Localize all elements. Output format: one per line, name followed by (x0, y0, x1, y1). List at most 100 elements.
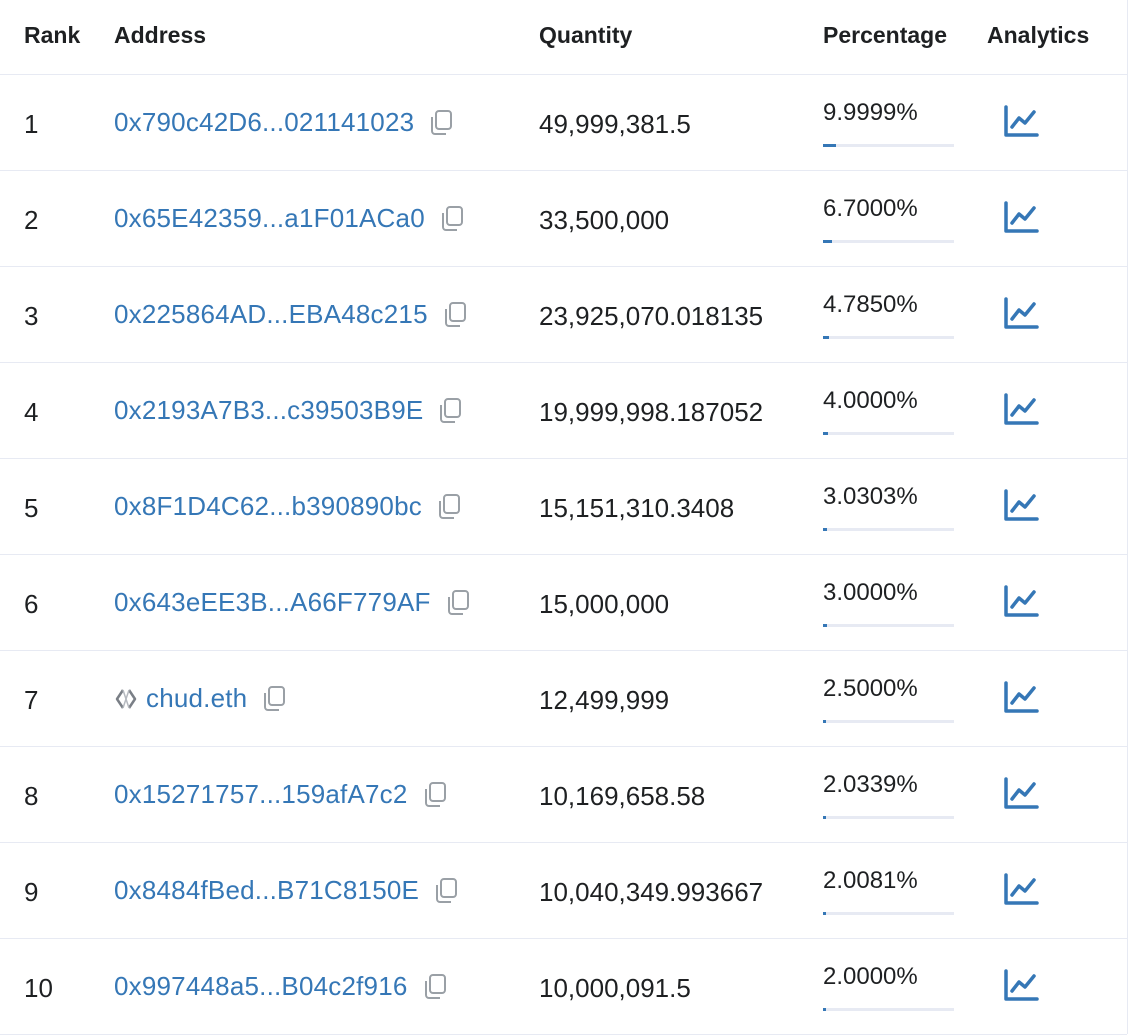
chart-line-icon[interactable] (1003, 872, 1039, 906)
address-link[interactable]: 0x15271757...159afA7c2 (114, 779, 408, 810)
chart-line-icon[interactable] (1003, 296, 1039, 330)
rank-cell: 10 (24, 973, 53, 1003)
quantity-cell: 10,040,349.993667 (539, 877, 764, 907)
percentage-bar-fill (823, 432, 828, 435)
chart-line-icon[interactable] (1003, 104, 1039, 138)
percentage-cell: 3.0303% (823, 483, 918, 510)
address-link[interactable]: 0x643eEE3B...A66F779AF (114, 587, 431, 618)
header-analytics: Analytics (987, 22, 1090, 48)
percentage-bar (823, 624, 954, 627)
percentage-bar-fill (823, 912, 826, 915)
rank-cell: 5 (24, 493, 39, 523)
quantity-cell: 15,000,000 (539, 589, 670, 619)
percentage-bar (823, 528, 954, 531)
quantity-cell: 33,500,000 (539, 205, 670, 235)
rank-cell: 8 (24, 781, 39, 811)
table-header: Rank Address Quantity Percentage Analyti… (0, 0, 1127, 75)
header-percentage: Percentage (823, 22, 948, 48)
percentage-bar-fill (823, 240, 832, 243)
header-rank: Rank (24, 22, 81, 48)
copy-icon[interactable] (437, 397, 463, 425)
copy-icon[interactable] (445, 589, 471, 617)
copy-icon[interactable] (436, 493, 462, 521)
address-cell: 0x790c42D6...021141023 (114, 107, 454, 138)
percentage-cell: 2.0081% (823, 867, 918, 894)
table-row: 2 0x65E42359...a1F01ACa0 33,500,000 6.7000% (0, 171, 1127, 267)
chart-line-icon[interactable] (1003, 200, 1039, 234)
percentage-cell: 6.7000% (823, 195, 918, 222)
percentage-bar (823, 1008, 954, 1011)
chart-line-icon[interactable] (1003, 392, 1039, 426)
address-cell: 0x8F1D4C62...b390890bc (114, 491, 462, 522)
chart-line-icon[interactable] (1003, 680, 1039, 714)
address-link[interactable]: 0x8F1D4C62...b390890bc (114, 491, 422, 522)
percentage-cell: 9.9999% (823, 99, 918, 126)
address-cell: 0x997448a5...B04c2f916 (114, 971, 448, 1002)
address-link[interactable]: 0x8484fBed...B71C8150E (114, 875, 419, 906)
table-row: 10 0x997448a5...B04c2f916 10,000,091.5 2.00… (0, 939, 1127, 1035)
address-link[interactable]: 0x2193A7B3...c39503B9E (114, 395, 423, 426)
table-row: 7 chud.eth 12,499,999 2.5000% (0, 651, 1127, 747)
copy-icon[interactable] (422, 781, 448, 809)
percentage-bar-fill (823, 144, 836, 147)
percentage-cell: 2.5000% (823, 675, 918, 702)
table-row: 1 0x790c42D6...021141023 49,999,381.5 9.999… (0, 75, 1127, 171)
percentage-bar-fill (823, 624, 827, 627)
chart-line-icon[interactable] (1003, 776, 1039, 810)
address-cell: 0x643eEE3B...A66F779AF (114, 587, 471, 618)
address-link[interactable]: 0x790c42D6...021141023 (114, 107, 414, 138)
chart-line-icon[interactable] (1003, 488, 1039, 522)
percentage-cell: 2.0339% (823, 771, 918, 798)
address-link[interactable]: 0x225864AD...EBA48c215 (114, 299, 428, 330)
address-cell: 0x2193A7B3...c39503B9E (114, 395, 463, 426)
copy-icon[interactable] (442, 301, 468, 329)
percentage-bar (823, 912, 954, 915)
rank-cell: 2 (24, 205, 39, 235)
chart-line-icon[interactable] (1003, 968, 1039, 1002)
percentage-bar-fill (823, 1008, 826, 1011)
percentage-cell: 4.0000% (823, 387, 918, 414)
quantity-cell: 15,151,310.3408 (539, 493, 735, 523)
table-row: 6 0x643eEE3B...A66F779AF 15,000,000 3.0000% (0, 555, 1127, 651)
rank-cell: 7 (24, 685, 39, 715)
percentage-cell: 4.7850% (823, 291, 918, 318)
chart-line-icon[interactable] (1003, 584, 1039, 618)
quantity-cell: 23,925,070.018135 (539, 301, 764, 331)
percentage-cell: 3.0000% (823, 579, 918, 606)
percentage-bar (823, 144, 954, 147)
address-link[interactable]: chud.eth (146, 683, 247, 714)
copy-icon[interactable] (433, 877, 459, 905)
address-cell: 0x65E42359...a1F01ACa0 (114, 203, 465, 234)
table-body: 1 0x790c42D6...021141023 49,999,381.5 9.999… (0, 75, 1127, 1035)
header-quantity: Quantity (539, 22, 633, 48)
quantity-cell: 49,999,381.5 (539, 109, 691, 139)
copy-icon[interactable] (439, 205, 465, 233)
quantity-cell: 12,499,999 (539, 685, 670, 715)
table-row: 9 0x8484fBed...B71C8150E 10,040,349.993667… (0, 843, 1127, 939)
address-cell: 0x8484fBed...B71C8150E (114, 875, 459, 906)
quantity-cell: 10,000,091.5 (539, 973, 691, 1003)
quantity-cell: 19,999,998.187052 (539, 397, 764, 427)
percentage-bar (823, 240, 954, 243)
table-row: 4 0x2193A7B3...c39503B9E 19,999,998.187052… (0, 363, 1127, 459)
percentage-bar-fill (823, 816, 826, 819)
copy-icon[interactable] (428, 109, 454, 137)
header-address: Address (114, 22, 207, 48)
table-row: 8 0x15271757...159afA7c2 10,169,658.58 2.03… (0, 747, 1127, 843)
rank-cell: 6 (24, 589, 39, 619)
address-cell: 0x225864AD...EBA48c215 (114, 299, 468, 330)
copy-icon[interactable] (422, 973, 448, 1001)
rank-cell: 3 (24, 301, 39, 331)
address-link[interactable]: 0x65E42359...a1F01ACa0 (114, 203, 425, 234)
address-cell: 0x15271757...159afA7c2 (114, 779, 448, 810)
table-row: 5 0x8F1D4C62...b390890bc 15,151,310.3408 3.… (0, 459, 1127, 555)
percentage-bar (823, 432, 954, 435)
percentage-bar (823, 816, 954, 819)
address-link[interactable]: 0x997448a5...B04c2f916 (114, 971, 408, 1002)
table-row: 3 0x225864AD...EBA48c215 23,925,070.018135… (0, 267, 1127, 363)
percentage-bar-fill (823, 336, 829, 339)
copy-icon[interactable] (261, 685, 287, 713)
ens-logo-icon (114, 687, 138, 711)
percentage-bar (823, 336, 954, 339)
rank-cell: 9 (24, 877, 39, 907)
